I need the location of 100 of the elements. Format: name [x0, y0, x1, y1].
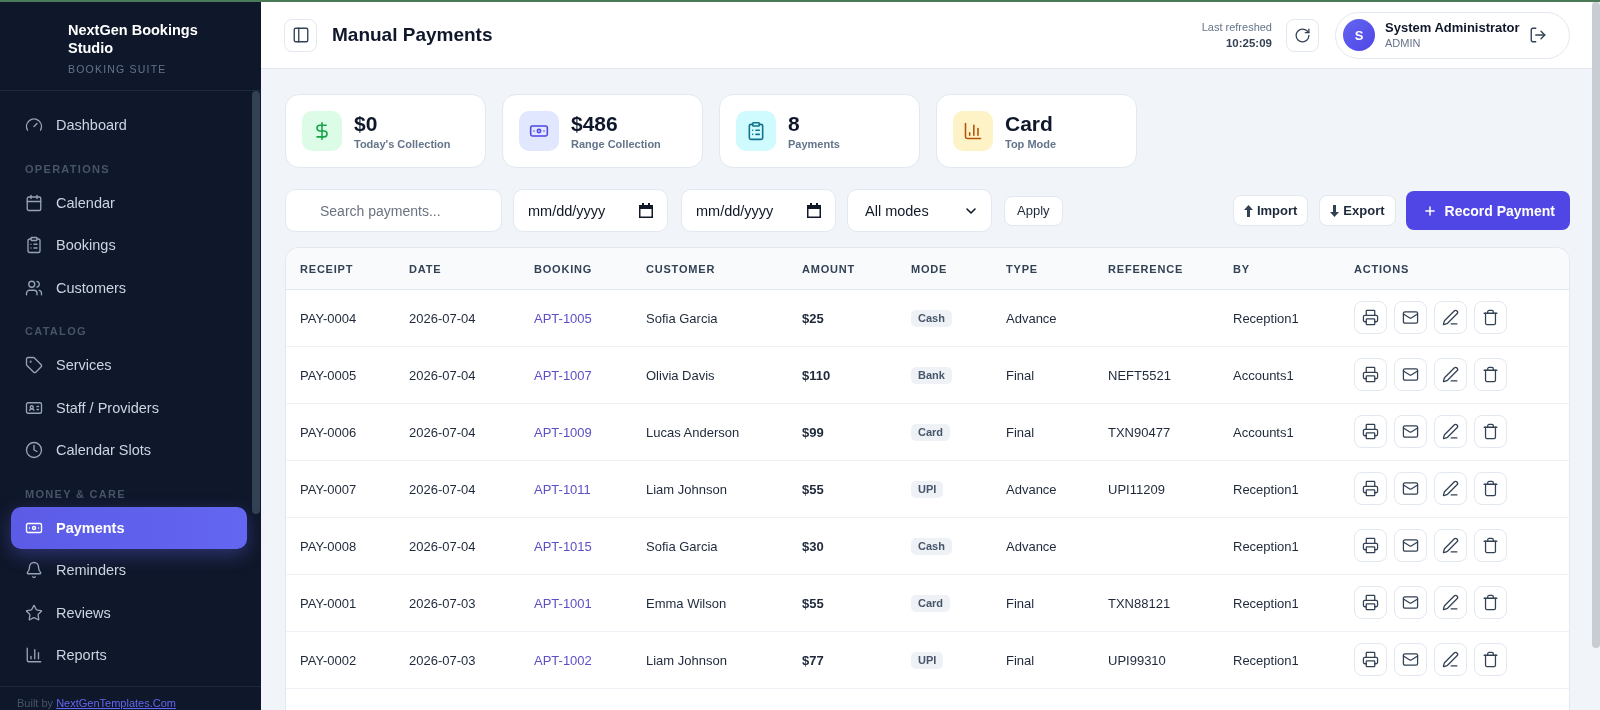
printer-icon	[1362, 594, 1379, 611]
delete-button[interactable]	[1474, 415, 1507, 448]
delete-button[interactable]	[1474, 643, 1507, 676]
payment-type: Final	[1006, 424, 1035, 440]
nav-item[interactable]: Reviews	[11, 591, 247, 634]
delete-button[interactable]	[1474, 586, 1507, 619]
date-field[interactable]: mm/dd/yyyy	[681, 189, 836, 232]
stat-value: $0	[354, 110, 379, 136]
mode-tag: Cash	[911, 538, 952, 555]
print-button[interactable]	[1354, 472, 1387, 505]
email-button[interactable]	[1394, 301, 1427, 334]
email-button[interactable]	[1394, 643, 1427, 676]
payment-date: 2026-07-03	[409, 595, 476, 611]
customer-name: Liam Johnson	[646, 652, 727, 668]
clock-icon	[25, 441, 43, 460]
reference-number: UPI11209	[1108, 481, 1165, 497]
mode-tag: UPI	[911, 652, 944, 669]
date-field[interactable]: mm/dd/yyyy	[513, 189, 668, 232]
column-header: RECEIPT	[300, 263, 354, 276]
section-label: MONEY & CARE	[25, 487, 126, 500]
receipt-number: PAY-0007	[300, 481, 357, 497]
stat-label: Range Collection	[571, 136, 661, 152]
print-button[interactable]	[1354, 529, 1387, 562]
recorded-by: Accounts1	[1233, 367, 1294, 383]
email-button[interactable]	[1394, 586, 1427, 619]
refresh-button[interactable]	[1286, 18, 1319, 52]
trash-icon	[1482, 537, 1499, 554]
scrollbar-thumb[interactable]	[1592, 2, 1600, 648]
nav-item[interactable]: Calendar	[11, 181, 247, 224]
print-button[interactable]	[1354, 415, 1387, 448]
booking-link[interactable]: APT-1015	[534, 538, 592, 554]
email-button[interactable]	[1394, 415, 1427, 448]
print-button[interactable]	[1354, 586, 1387, 619]
customer-name: Sofia Garcia	[646, 310, 718, 326]
payment-date: 2026-07-04	[409, 481, 476, 497]
edit-button[interactable]	[1434, 586, 1467, 619]
delete-button[interactable]	[1474, 301, 1507, 334]
sidebar-toggle-button[interactable]	[284, 18, 317, 52]
payment-amount: $77	[802, 652, 824, 668]
nav-item[interactable]: Reports	[11, 634, 247, 677]
record-payment-button[interactable]: Record Payment	[1405, 191, 1570, 230]
nav-item[interactable]: Services	[11, 344, 247, 387]
edit-button[interactable]	[1434, 415, 1467, 448]
stat-label: Top Mode	[1005, 136, 1057, 152]
reference-number: TXN90477	[1108, 424, 1171, 440]
booking-link[interactable]: APT-1007	[534, 367, 592, 383]
booking-link[interactable]: APT-1005	[534, 310, 592, 326]
delete-button[interactable]	[1474, 472, 1507, 505]
column-header: BOOKING	[534, 263, 593, 276]
refresh-icon	[1294, 26, 1311, 44]
export-button[interactable]: Export	[1319, 195, 1396, 226]
email-button[interactable]	[1394, 358, 1427, 391]
recorded-by: Reception1	[1233, 652, 1299, 668]
search-field[interactable]: Search payments...	[285, 189, 502, 232]
delete-button[interactable]	[1474, 358, 1507, 391]
footer-credit: Built by NextGenTemplates.Com	[17, 697, 176, 709]
print-button[interactable]	[1354, 301, 1387, 334]
logout-button[interactable]	[1529, 26, 1547, 44]
email-button[interactable]	[1394, 529, 1427, 562]
mail-icon	[1402, 594, 1419, 611]
nav-item[interactable]: Payments	[11, 506, 247, 549]
calendar-icon[interactable]	[639, 203, 653, 218]
nav-item[interactable]: Reminders	[11, 549, 247, 592]
email-button[interactable]	[1394, 472, 1427, 505]
payment-date: 2026-07-04	[409, 310, 476, 326]
booking-link[interactable]: APT-1011	[534, 481, 591, 497]
edit-button[interactable]	[1434, 301, 1467, 334]
mail-icon	[1402, 651, 1419, 668]
import-button[interactable]: Import	[1232, 195, 1309, 226]
edit-button[interactable]	[1434, 358, 1467, 391]
edit-button[interactable]	[1434, 529, 1467, 562]
clipboard-icon	[25, 236, 43, 255]
nav-item[interactable]: Customers	[11, 266, 247, 309]
nav-item[interactable]: Calendar Slots	[11, 429, 247, 472]
column-header: TYPE	[1006, 263, 1038, 276]
booking-link[interactable]: APT-1002	[534, 652, 592, 668]
calendar-icon[interactable]	[807, 203, 821, 218]
scrollbar-thumb[interactable]	[252, 91, 260, 514]
booking-link[interactable]: APT-1001	[534, 595, 592, 611]
stat-value: Card	[1005, 110, 1054, 136]
nav-item[interactable]: Bookings	[11, 224, 247, 267]
payment-type: Advance	[1006, 310, 1057, 326]
user-menu[interactable]: S System Administrator ADMIN	[1335, 11, 1570, 59]
print-button[interactable]	[1354, 358, 1387, 391]
edit-button[interactable]	[1434, 472, 1467, 505]
column-header: MODE	[911, 263, 948, 276]
payment-type: Advance	[1006, 481, 1057, 497]
edit-button[interactable]	[1434, 643, 1467, 676]
trash-icon	[1482, 423, 1499, 440]
booking-link[interactable]: APT-1009	[534, 424, 592, 440]
nav-item[interactable]: Staff / Providers	[11, 386, 247, 429]
print-button[interactable]	[1354, 643, 1387, 676]
mode-tag: UPI	[911, 481, 944, 498]
apply-button[interactable]: Apply	[1004, 195, 1063, 226]
nav-item[interactable]: Dashboard	[11, 104, 247, 147]
delete-button[interactable]	[1474, 529, 1507, 562]
mode-dropdown[interactable]: All modes	[847, 189, 992, 232]
star-icon	[25, 603, 43, 622]
receipt-number: PAY-0004	[300, 310, 357, 326]
footer-link[interactable]: NextGenTemplates.Com	[56, 697, 176, 709]
